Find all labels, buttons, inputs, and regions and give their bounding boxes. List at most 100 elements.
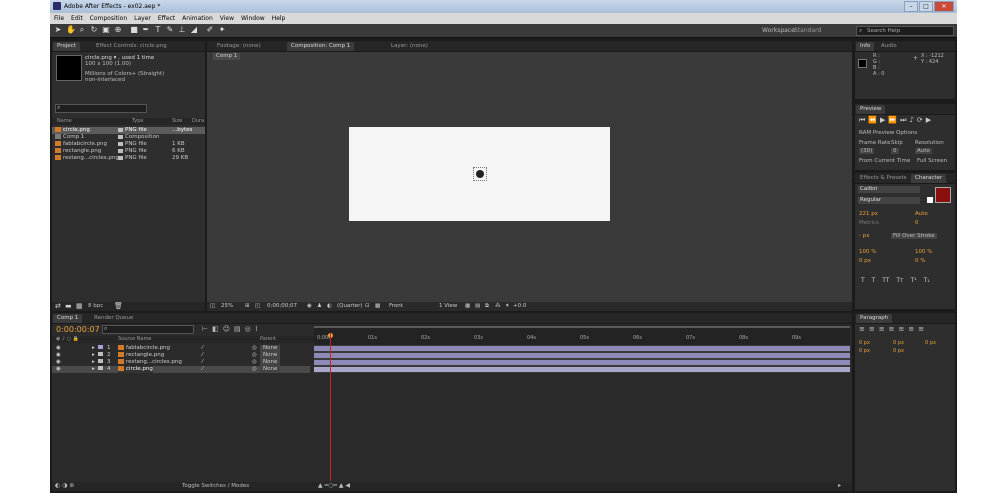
workspace-select[interactable]: Standard — [794, 27, 821, 34]
menu-animation[interactable]: Animation — [182, 15, 213, 22]
justify-center-icon[interactable]: ≡ — [899, 325, 909, 333]
leading-field[interactable]: Auto — [915, 211, 928, 217]
channel-icon[interactable]: ◐ — [327, 303, 332, 309]
tab-info[interactable]: Info — [856, 42, 875, 51]
toggle-switches-modes[interactable]: Toggle Switches / Modes — [182, 483, 249, 489]
tab-effects-presets[interactable]: Effects & Presets — [856, 174, 911, 183]
tracking-field[interactable]: 0 — [915, 220, 919, 226]
parent-pickwhip-icon[interactable]: ◎ — [252, 345, 257, 352]
prev-frame-icon[interactable]: ⏪ — [868, 116, 880, 124]
faux-bold-button[interactable]: T — [861, 277, 865, 284]
menu-file[interactable]: File — [54, 15, 64, 22]
exposure-value[interactable]: +0.0 — [513, 303, 526, 309]
timeline-search-input[interactable]: ⌕ — [102, 325, 194, 334]
comp-mini-flowchart-icon[interactable]: ⊢ — [202, 325, 212, 333]
bpc-button[interactable]: 8 bpc — [88, 303, 103, 309]
eye-icon[interactable]: ◉ — [56, 366, 61, 373]
grid-icon[interactable]: ⊞ — [245, 303, 250, 309]
eye-icon[interactable]: ◉ — [56, 345, 61, 352]
roto-brush-tool-icon[interactable]: ✐ — [206, 26, 214, 34]
project-item-comp[interactable]: Comp 1 Composition — [52, 134, 205, 141]
label-color[interactable] — [98, 352, 103, 356]
superscript-button[interactable]: T¹ — [910, 277, 916, 284]
hide-shy-icon[interactable]: ☺ — [223, 325, 234, 333]
space-before-field[interactable]: 0 px — [925, 340, 936, 346]
align-left-icon[interactable]: ≡ — [859, 325, 869, 333]
project-item-fablabcircle[interactable]: fablabcircle.png PNG file 1 KB — [52, 141, 205, 148]
kerning-field[interactable]: Metrics — [859, 220, 879, 226]
comp-breadcrumb[interactable]: Comp 1 — [213, 53, 241, 60]
pickwhip-icon[interactable]: ⁄ — [202, 359, 203, 366]
transparency-grid-icon[interactable]: ▩ — [375, 303, 380, 309]
pickwhip-icon[interactable]: ⁄ — [202, 352, 203, 359]
zoom-slider[interactable]: ▲ ━○━ ▲ ◀ — [318, 482, 350, 489]
playhead-line[interactable] — [330, 333, 331, 481]
next-frame-icon[interactable]: ⏩ — [888, 116, 900, 124]
search-help-field[interactable]: ⌕ Search Help — [856, 26, 954, 36]
expand-arrow-icon[interactable]: ▸ — [92, 366, 95, 373]
clone-tool-icon[interactable]: ⊥ — [178, 26, 186, 34]
eye-icon[interactable]: ◉ — [56, 359, 61, 366]
hand-tool-icon[interactable]: ✋ — [66, 26, 76, 34]
label-color[interactable] — [98, 359, 103, 363]
indent-right-field[interactable]: 0 px — [893, 340, 904, 346]
fill-color-swatch[interactable] — [935, 187, 951, 203]
tab-project[interactable]: Project — [53, 42, 80, 51]
scroll-right-icon[interactable]: ▸ — [838, 482, 841, 489]
parent-select[interactable]: None — [260, 352, 281, 359]
tab-render-queue[interactable]: Render Queue — [90, 314, 137, 323]
justify-all-icon[interactable]: ≡ — [918, 325, 928, 333]
all-caps-button[interactable]: TT — [882, 277, 889, 284]
layer-bar[interactable] — [314, 346, 850, 351]
column-size[interactable]: Size — [172, 118, 182, 125]
space-after-field[interactable]: 0 px — [893, 348, 904, 354]
rotation-tool-icon[interactable]: ↻ — [90, 26, 98, 34]
layer-switches-icon[interactable]: ◐ ◑ ⊛ — [55, 482, 74, 489]
menu-view[interactable]: View — [220, 15, 234, 22]
frame-rate-select[interactable]: (30) — [859, 148, 875, 154]
tab-audio[interactable]: Audio — [877, 42, 901, 51]
font-size-field[interactable]: 221 px — [859, 211, 878, 217]
layer-bar[interactable] — [314, 360, 850, 365]
timeline-timecode[interactable]: 0:00:00:07 — [56, 325, 100, 334]
eraser-tool-icon[interactable]: ◢ — [190, 26, 198, 34]
tab-footage[interactable]: Footage: (none) — [213, 42, 265, 51]
stroke-mode-select[interactable]: Fill Over Stroke — [891, 233, 937, 239]
minimize-button[interactable]: – — [904, 1, 918, 12]
tab-paragraph[interactable]: Paragraph — [856, 314, 893, 323]
interpret-footage-icon[interactable]: ⇄ — [55, 302, 61, 310]
exposure-icon[interactable]: ✦ — [505, 303, 510, 309]
pan-behind-tool-icon[interactable]: ⊕ — [114, 26, 122, 34]
expand-arrow-icon[interactable]: ▸ — [92, 359, 95, 366]
align-center-icon[interactable]: ≡ — [869, 325, 879, 333]
audio-icon[interactable]: ♪ — [909, 116, 916, 124]
tab-comp-1[interactable]: Comp 1 — [53, 314, 83, 323]
loop-icon[interactable]: ⟳ — [917, 116, 926, 124]
tab-character[interactable]: Character — [911, 174, 947, 183]
justify-left-icon[interactable]: ≡ — [889, 325, 899, 333]
parent-pickwhip-icon[interactable]: ◎ — [252, 366, 257, 373]
magnification-icon[interactable]: ◫ — [210, 303, 215, 309]
mask-icon[interactable]: ◰ — [255, 303, 260, 309]
first-frame-icon[interactable]: ⏮ — [859, 116, 868, 124]
snapshot-icon[interactable]: ◉ — [307, 303, 312, 309]
tab-preview[interactable]: Preview — [856, 105, 886, 114]
layer-bar[interactable] — [314, 353, 850, 358]
parent-pickwhip-icon[interactable]: ◎ — [252, 359, 257, 366]
justify-right-icon[interactable]: ≡ — [908, 325, 918, 333]
rectangle-tool-icon[interactable]: ■ — [130, 26, 138, 34]
timeline-icon[interactable]: ⧉ — [485, 303, 489, 310]
project-search-input[interactable]: ⌕ — [55, 104, 147, 113]
menu-layer[interactable]: Layer — [134, 15, 151, 22]
composition-canvas[interactable] — [349, 127, 610, 221]
vertical-scale-field[interactable]: 100 % — [859, 249, 876, 255]
pickwhip-icon[interactable]: ⁄ — [202, 345, 203, 352]
layer-row[interactable]: ◉ ▸ 3 restang...circles.png ⁄ ◎ None — [52, 359, 310, 366]
from-current-time-checkbox[interactable]: From Current Time — [859, 158, 910, 164]
new-composition-icon[interactable]: ▦ — [76, 302, 83, 310]
toggle-pixel-icon[interactable]: ▦ — [465, 303, 470, 309]
horizontal-scale-field[interactable]: 100 % — [915, 249, 932, 255]
draft-3d-icon[interactable]: ◧ — [212, 325, 223, 333]
column-type[interactable]: Type — [132, 118, 143, 125]
type-tool-icon[interactable]: T — [154, 26, 162, 34]
